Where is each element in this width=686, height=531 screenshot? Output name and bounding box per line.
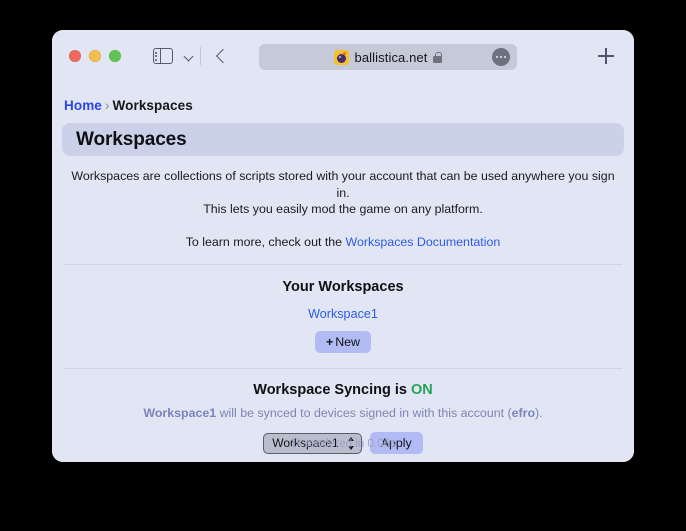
new-workspace-row: + New <box>52 331 634 354</box>
sync-description-suffix: ). <box>535 406 543 421</box>
sidebar-icon-divider <box>159 48 161 64</box>
toolbar-separator <box>200 47 201 65</box>
minimize-button[interactable] <box>89 50 101 62</box>
page-intro: Workspaces are collections of scripts st… <box>52 168 634 218</box>
close-button[interactable] <box>69 50 81 62</box>
breadcrumb-current: Workspaces <box>112 98 193 113</box>
breadcrumb-home-link[interactable]: Home <box>64 98 102 113</box>
bomb-favicon <box>333 49 349 65</box>
browser-toolbar: ballistica.net <box>52 30 634 83</box>
browser-window: ballistica.net Home › Workspaces Workspace… <box>52 30 634 462</box>
new-workspace-button[interactable]: + New <box>314 331 372 354</box>
divider <box>64 264 622 266</box>
sync-status-prefix: Workspace Syncing is <box>253 382 411 399</box>
sync-status-badge: ON <box>410 382 433 399</box>
plus-icon[interactable] <box>598 48 614 64</box>
back-arrow-icon[interactable] <box>215 48 229 64</box>
maximize-button[interactable] <box>109 50 121 62</box>
page-intro-line2: This lets you easily mod the game on any… <box>203 202 483 217</box>
sync-status-heading: Workspace Syncing is ON <box>52 382 634 398</box>
address-bar-content: ballistica.net <box>259 44 517 70</box>
address-bar[interactable]: ballistica.net <box>259 44 517 70</box>
breadcrumb-separator: › <box>104 98 110 113</box>
page-title: Workspaces <box>76 128 187 150</box>
bomb-favicon-fuse <box>342 51 347 55</box>
chevron-down-icon[interactable] <box>184 53 193 58</box>
ellipsis-icon[interactable] <box>492 48 510 66</box>
divider <box>64 368 622 370</box>
workspaces-documentation-link[interactable]: Workspaces Documentation <box>346 235 501 249</box>
page-content: Home › Workspaces Workspaces Workspaces ar… <box>52 83 634 462</box>
learn-more-prefix: To learn more, check out the <box>185 235 346 250</box>
bomb-favicon-shine <box>338 55 342 58</box>
sidebar-icon[interactable] <box>153 48 173 64</box>
ellipsis-dot <box>499 55 503 59</box>
sync-description-account: efro <box>511 406 536 421</box>
lock-icon <box>433 51 443 63</box>
render-status: 1k rendered in 0.06s <box>290 437 396 450</box>
workspace-item-link[interactable]: Workspace1 <box>308 307 378 321</box>
breadcrumb: Home › Workspaces <box>52 83 634 113</box>
sync-description: Workspace1 will be synced to devices sig… <box>52 406 634 420</box>
sidebar-icon-dot <box>155 58 158 61</box>
plus-icon: + <box>325 335 334 350</box>
address-bar-url: ballistica.net <box>354 49 428 65</box>
your-workspaces-heading: Your Workspaces <box>282 279 404 296</box>
ellipsis-dot <box>503 55 507 59</box>
traffic-lights <box>69 50 121 62</box>
bomb-favicon-body <box>336 54 346 63</box>
page-intro-line1: Workspaces are collections of scripts st… <box>71 169 615 200</box>
page-title-bar: Workspaces <box>62 123 624 156</box>
lock-icon-body <box>433 56 443 63</box>
new-workspace-button-label: New <box>335 335 361 350</box>
workspace-list: Workspace1 <box>52 307 634 321</box>
sync-description-middle: will be synced to devices signed in with… <box>216 406 512 421</box>
learn-more-text: To learn more, check out the Workspaces … <box>52 235 634 249</box>
ellipsis-dot <box>495 55 499 59</box>
sync-description-workspace: Workspace1 <box>143 406 217 421</box>
